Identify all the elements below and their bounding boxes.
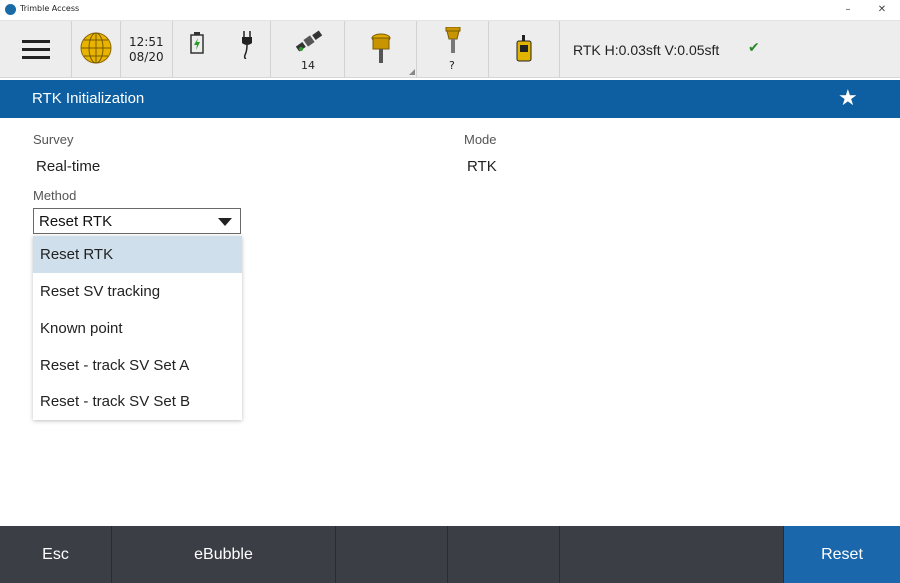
method-label: Method xyxy=(33,188,77,203)
mode-label: Mode xyxy=(464,132,497,147)
check-icon: ✔ xyxy=(748,40,760,56)
ebubble-button[interactable]: eBubble xyxy=(112,526,336,583)
menu-button[interactable] xyxy=(0,21,72,77)
survey-value: Real-time xyxy=(36,158,101,175)
minimize-button[interactable]: – xyxy=(838,2,858,18)
hamburger-icon xyxy=(22,40,50,59)
method-option[interactable]: Reset - track SV Set B xyxy=(33,383,242,420)
jobs-button[interactable] xyxy=(72,21,121,77)
star-icon[interactable]: ★ xyxy=(838,86,858,111)
esc-button[interactable]: Esc xyxy=(0,526,112,583)
method-select[interactable]: Reset RTK xyxy=(33,208,241,234)
receiver-unknown-indicator: ? xyxy=(449,59,455,72)
footer-empty-slot xyxy=(336,526,448,583)
power-plug-icon xyxy=(242,31,252,59)
gnss-antenna-icon xyxy=(445,27,461,53)
footer-empty-slot xyxy=(448,526,560,583)
globe-icon xyxy=(80,32,112,64)
gnss-receiver-icon xyxy=(371,33,391,63)
method-option[interactable]: Reset - track SV Set A xyxy=(33,347,242,384)
method-selected-value: Reset RTK xyxy=(39,213,113,230)
method-option[interactable]: Reset SV tracking xyxy=(33,273,242,310)
battery-icon xyxy=(190,32,204,54)
footer-empty-slot xyxy=(560,526,784,583)
datetime-area: 12:51 08/20 xyxy=(121,21,173,77)
window-titlebar: Trimble Access – ✕ xyxy=(0,0,900,21)
app-icon xyxy=(5,4,16,15)
satellite-icon xyxy=(295,30,323,52)
footer-bar: Esc eBubble Reset xyxy=(0,526,900,583)
reset-button[interactable]: Reset xyxy=(784,526,900,583)
clock-date: 08/20 xyxy=(129,50,164,64)
satellite-count: 14 xyxy=(301,59,315,72)
dropdown-corner-icon xyxy=(409,69,415,75)
rtk-precision-status: RTK H:0.03sft V:0.05sft xyxy=(573,42,720,58)
rover-receiver-button[interactable]: ? xyxy=(417,21,489,77)
survey-label: Survey xyxy=(33,132,74,147)
method-option[interactable]: Known point xyxy=(33,310,242,347)
power-status[interactable] xyxy=(173,21,271,77)
controller-device-icon xyxy=(516,35,532,62)
close-button[interactable]: ✕ xyxy=(872,2,892,18)
caret-down-icon xyxy=(218,218,232,226)
window-title: Trimble Access xyxy=(20,4,80,13)
method-option[interactable]: Reset RTK xyxy=(33,236,242,273)
method-dropdown-list: Reset RTK Reset SV tracking Known point … xyxy=(33,236,242,420)
page-header: RTK Initialization ★ xyxy=(0,80,900,118)
receiver-button[interactable] xyxy=(345,21,417,77)
instrument-button[interactable] xyxy=(489,21,560,77)
clock-time: 12:51 xyxy=(129,35,164,49)
mode-value: RTK xyxy=(467,158,497,175)
status-bar: 12:51 08/20 14 ? RTK H:0.03sft V:0.05sft… xyxy=(0,21,900,78)
satellites-button[interactable]: 14 xyxy=(271,21,345,77)
page-title: RTK Initialization xyxy=(32,90,145,107)
